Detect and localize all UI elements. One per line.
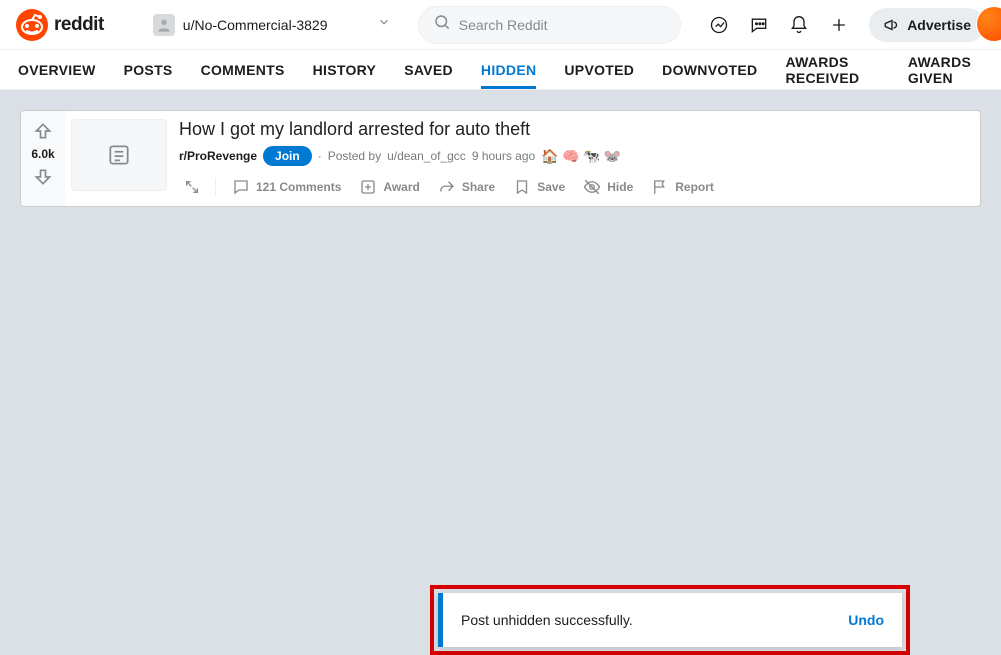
search-icon: [433, 13, 451, 36]
chat-icon[interactable]: [741, 7, 777, 43]
award-badge[interactable]: 🧠: [562, 148, 579, 164]
post-body: How I got my landlord arrested for auto …: [175, 111, 980, 206]
award-badge[interactable]: 🏠: [541, 148, 558, 164]
comments-button[interactable]: 121 Comments: [226, 174, 347, 200]
post-actions: 121 Comments Award Share Save Hide: [179, 174, 970, 200]
post-meta: r/ProRevenge Join · Posted by u/dean_of_…: [179, 146, 970, 166]
save-label: Save: [537, 180, 565, 194]
toast: Post unhidden successfully. Undo: [438, 593, 902, 647]
hide-label: Hide: [607, 180, 633, 194]
popular-icon[interactable]: [701, 7, 737, 43]
notifications-icon[interactable]: [781, 7, 817, 43]
tab-comments[interactable]: COMMENTS: [201, 50, 285, 89]
action-divider: [215, 178, 216, 196]
advertise-button[interactable]: Advertise: [869, 8, 985, 42]
megaphone-icon: [883, 16, 901, 34]
tab-history[interactable]: HISTORY: [313, 50, 377, 89]
award-badge[interactable]: 🐭: [604, 148, 621, 164]
bookmark-icon: [513, 178, 531, 196]
feed: 6.0k How I got my landlord arrested for …: [0, 90, 1001, 227]
tab-posts[interactable]: POSTS: [124, 50, 173, 89]
search-container[interactable]: [418, 6, 681, 44]
award-row: 🏠 🧠 🐄 🐭: [541, 148, 621, 165]
tab-hidden[interactable]: HIDDEN: [481, 50, 536, 89]
share-button[interactable]: Share: [432, 174, 501, 200]
toast-highlight: Post unhidden successfully. Undo: [430, 585, 910, 655]
downvote-button[interactable]: [31, 165, 55, 189]
tab-saved[interactable]: SAVED: [404, 50, 453, 89]
eye-off-icon: [583, 178, 601, 196]
dropdown-username: u/No-Commercial-3829: [183, 17, 369, 33]
create-post-icon[interactable]: [821, 7, 857, 43]
join-button[interactable]: Join: [263, 146, 312, 166]
post-time: 9 hours ago: [472, 149, 535, 163]
share-label: Share: [462, 180, 495, 194]
tab-upvoted[interactable]: UPVOTED: [564, 50, 634, 89]
flag-icon: [651, 178, 669, 196]
avatar-icon: [153, 14, 175, 36]
toast-undo-button[interactable]: Undo: [848, 612, 884, 628]
vote-column: 6.0k: [21, 111, 65, 206]
reddit-icon: [16, 9, 48, 41]
expand-button[interactable]: [179, 174, 205, 200]
profile-tabs: OVERVIEW POSTS COMMENTS HISTORY SAVED HIDDEN U…: [0, 50, 1001, 90]
tab-awards_received[interactable]: AWARDS RECEIVED: [785, 50, 879, 89]
reddit-logo[interactable]: reddit: [16, 9, 104, 41]
toast-message: Post unhidden successfully.: [461, 612, 633, 628]
top-header: reddit u/No-Commercial-3829 Adverti: [0, 0, 1001, 50]
post-title[interactable]: How I got my landlord arrested for auto …: [179, 119, 970, 140]
comment-icon: [232, 178, 250, 196]
upvote-button[interactable]: [31, 119, 55, 143]
header-actions: [701, 7, 857, 43]
advertise-label: Advertise: [907, 17, 971, 33]
share-icon: [438, 178, 456, 196]
post-thumbnail[interactable]: [71, 119, 167, 191]
report-button[interactable]: Report: [645, 174, 720, 200]
award-label: Award: [383, 180, 419, 194]
award-button[interactable]: Award: [353, 174, 425, 200]
community-dropdown[interactable]: u/No-Commercial-3829: [142, 7, 402, 43]
post-card: 6.0k How I got my landlord arrested for …: [20, 110, 981, 207]
award-badge[interactable]: 🐄: [583, 148, 600, 164]
search-input[interactable]: [459, 17, 666, 33]
tab-overview[interactable]: OVERVIEW: [18, 50, 96, 89]
comments-label: 121 Comments: [256, 180, 341, 194]
posted-by-prefix: Posted by: [328, 149, 381, 163]
separator-dot: ·: [318, 149, 322, 163]
post-author[interactable]: u/dean_of_gcc: [387, 149, 466, 163]
tab-awards_given[interactable]: AWARDS GIVEN: [908, 50, 983, 89]
save-button[interactable]: Save: [507, 174, 571, 200]
award-icon: [359, 178, 377, 196]
brand-text: reddit: [54, 14, 104, 36]
text-post-icon: [106, 142, 132, 168]
hide-button[interactable]: Hide: [577, 174, 639, 200]
post-score: 6.0k: [31, 147, 54, 161]
chevron-down-icon: [377, 15, 391, 34]
report-label: Report: [675, 180, 714, 194]
tab-downvoted[interactable]: DOWNVOTED: [662, 50, 757, 89]
subreddit-link[interactable]: r/ProRevenge: [179, 149, 257, 163]
